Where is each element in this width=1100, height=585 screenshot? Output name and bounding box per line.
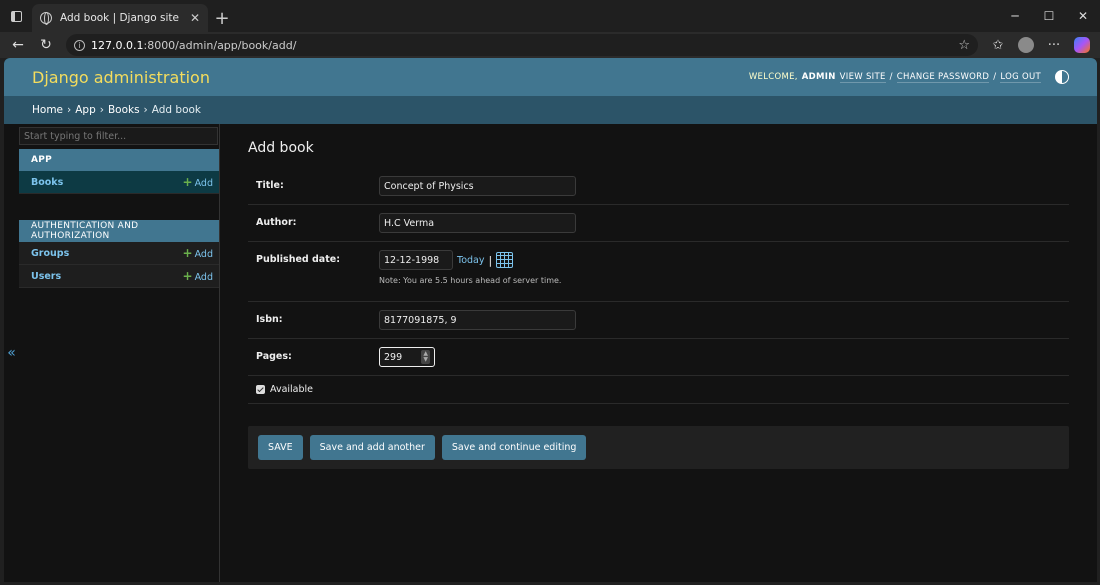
pages-input[interactable]: 299 ▲ ▼: [379, 347, 435, 367]
admin-header: Django administration WELCOME, ADMIN VIE…: [4, 58, 1097, 96]
title-input[interactable]: Concept of Physics: [379, 176, 576, 196]
maximize-icon[interactable]: ☐: [1032, 0, 1066, 32]
content: Add book Title: Concept of Physics Autho…: [220, 124, 1097, 582]
nav-sidebar: Start typing to filter... APP Books + Add…: [19, 124, 220, 582]
plus-icon: +: [182, 246, 193, 260]
add-users-link[interactable]: + Add: [183, 269, 213, 283]
form-row-title: Title: Concept of Physics: [248, 168, 1069, 205]
new-tab-button[interactable]: +: [208, 4, 236, 32]
breadcrumb: Home › App › Books › Add book: [4, 96, 1097, 124]
username: ADMIN: [801, 72, 836, 82]
nav-filter-input[interactable]: Start typing to filter...: [19, 127, 218, 145]
module-caption-auth[interactable]: AUTHENTICATION AND AUTHORIZATION: [19, 220, 219, 242]
pages-label: Pages:: [256, 351, 292, 362]
add-groups-link[interactable]: + Add: [183, 246, 213, 260]
bookmark-star-icon[interactable]: ☆: [958, 38, 970, 53]
more-icon[interactable]: ···: [1042, 34, 1066, 56]
form-row-available: Available: [248, 376, 1069, 404]
isbn-label: Isbn:: [256, 314, 283, 325]
form-row-published-date: Published date: 12-12-1998 Today | Note:…: [248, 242, 1069, 302]
published-date-label: Published date:: [256, 254, 341, 265]
plus-icon: +: [182, 175, 193, 189]
title-label: Title:: [256, 180, 284, 191]
main-area: « Start typing to filter... APP Books + A…: [4, 124, 1097, 582]
save-and-add-another-button[interactable]: Save and add another: [309, 435, 435, 460]
tab-title: Add book | Django site admin: [60, 12, 182, 24]
sidebar-item-groups: Groups + Add: [19, 242, 219, 265]
add-books-link[interactable]: + Add: [183, 175, 213, 189]
close-tab-icon[interactable]: ✕: [190, 11, 200, 25]
welcome-text: WELCOME,: [748, 72, 798, 82]
form-row-isbn: Isbn: 8177091875, 9: [248, 302, 1069, 339]
close-window-icon[interactable]: ✕: [1066, 0, 1100, 32]
favorites-icon[interactable]: ✩: [986, 34, 1010, 56]
plus-icon: +: [182, 269, 193, 283]
breadcrumb-home[interactable]: Home: [32, 104, 63, 116]
published-date-input[interactable]: 12-12-1998: [379, 250, 453, 270]
avatar: [1018, 37, 1034, 53]
sidebar-item-label[interactable]: Groups: [31, 248, 69, 259]
page-title: Add book: [248, 140, 314, 156]
page-viewport: Django administration WELCOME, ADMIN VIE…: [4, 58, 1097, 582]
form-row-author: Author: H.C Verma: [248, 205, 1069, 242]
change-password-link[interactable]: CHANGE PASSWORD: [896, 72, 990, 83]
log-out-link[interactable]: LOG OUT: [1000, 72, 1041, 83]
globe-icon: [40, 12, 52, 25]
copilot-icon: [1074, 37, 1090, 53]
browser-tabbar: Add book | Django site admin ✕ + ─ ☐ ✕: [0, 0, 1100, 32]
view-site-link[interactable]: VIEW SITE: [839, 72, 886, 83]
isbn-input[interactable]: 8177091875, 9: [379, 310, 576, 330]
today-link[interactable]: Today: [457, 255, 484, 266]
window-menu-icon[interactable]: [0, 0, 32, 32]
module-caption-app[interactable]: APP: [19, 149, 219, 171]
sidebar-toggle-button[interactable]: «: [4, 124, 19, 582]
timezone-note: Note: You are 5.5 hours ahead of server …: [379, 276, 562, 285]
available-checkbox[interactable]: [256, 385, 265, 394]
reload-icon[interactable]: ↻: [34, 34, 58, 56]
url-input[interactable]: i 127.0.0.1:8000/admin/app/book/add/ ☆: [66, 34, 978, 56]
site-brand[interactable]: Django administration: [32, 68, 210, 87]
url-text: 127.0.0.1:8000/admin/app/book/add/: [91, 38, 297, 52]
minimize-icon[interactable]: ─: [998, 0, 1032, 32]
user-tools: WELCOME, ADMIN VIEW SITE / CHANGE PASSWO…: [749, 70, 1069, 84]
save-button[interactable]: SAVE: [258, 435, 303, 460]
submit-row: SAVE Save and add another Save and conti…: [248, 426, 1069, 469]
sidebar-item-label[interactable]: Users: [31, 271, 61, 282]
author-input[interactable]: H.C Verma: [379, 213, 576, 233]
breadcrumb-app[interactable]: App: [75, 104, 96, 116]
site-info-icon[interactable]: i: [74, 39, 85, 51]
sidebar-item-label[interactable]: Books: [31, 177, 63, 188]
calendar-icon[interactable]: [496, 252, 514, 268]
copilot-button[interactable]: [1070, 34, 1094, 56]
sidebar-item-users: Users + Add: [19, 265, 219, 288]
profile-avatar[interactable]: [1014, 34, 1038, 56]
sidebar-item-books: Books + Add: [19, 171, 219, 194]
form-row-pages: Pages: 299 ▲ ▼: [248, 339, 1069, 376]
address-bar: ← ↻ i 127.0.0.1:8000/admin/app/book/add/…: [0, 32, 1100, 58]
number-spinner-icon[interactable]: ▲ ▼: [421, 350, 430, 364]
theme-toggle-icon[interactable]: [1055, 70, 1069, 84]
breadcrumb-books[interactable]: Books: [108, 104, 140, 116]
back-icon[interactable]: ←: [6, 34, 30, 56]
author-label: Author:: [256, 217, 297, 228]
breadcrumb-current: Add book: [151, 104, 202, 116]
window-controls: ─ ☐ ✕: [998, 0, 1100, 32]
save-and-continue-button[interactable]: Save and continue editing: [441, 435, 587, 460]
available-label[interactable]: Available: [270, 384, 313, 395]
browser-tab[interactable]: Add book | Django site admin ✕: [32, 4, 208, 32]
